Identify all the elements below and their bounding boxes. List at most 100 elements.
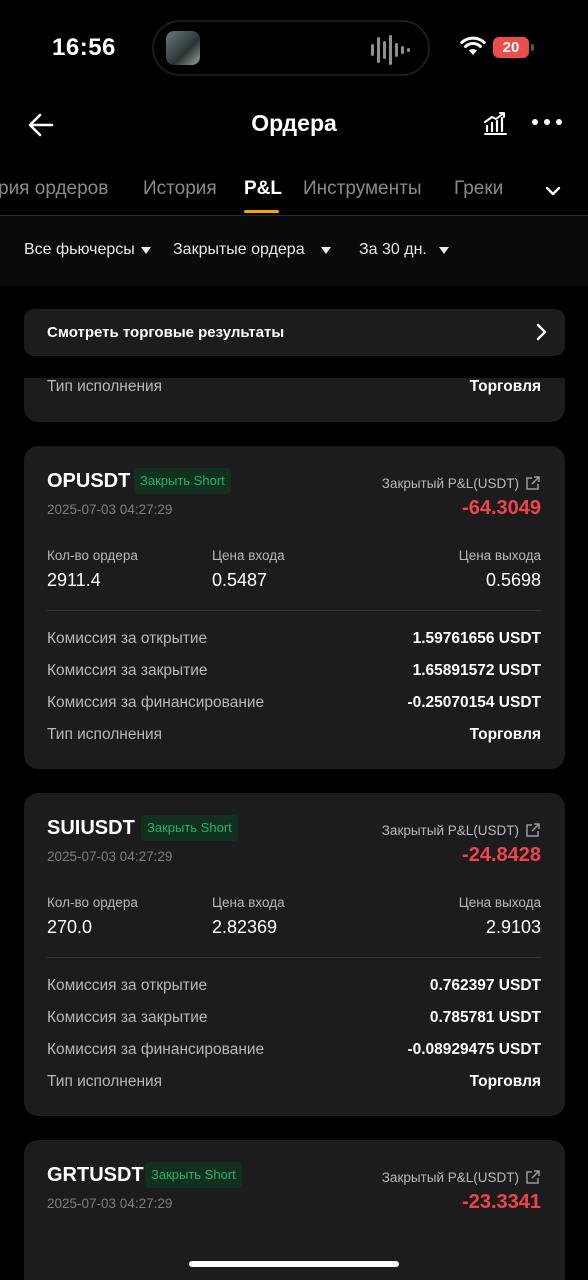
- fee-funding-label: Комиссия за финансирование: [47, 1041, 265, 1058]
- card-symbol: SUIUSDT: [47, 817, 135, 839]
- dynamic-island[interactable]: [152, 20, 430, 76]
- fee-close-value: 0.785781 USDT: [429, 1009, 541, 1026]
- media-thumbnail: [166, 31, 200, 65]
- pnl-card-partial[interactable]: Тип исполнения Торговля: [24, 378, 565, 422]
- closed-pnl-label-row: Закрытый P&L(USDT): [382, 475, 541, 491]
- chevron-down-icon: [545, 186, 561, 196]
- exit-price-label: Цена выхода: [458, 895, 541, 910]
- filter-order-status-label: Закрытые ордера: [173, 241, 305, 258]
- tab-instruments[interactable]: Инструменты: [303, 178, 421, 200]
- closed-pnl-label: Закрытый P&L(USDT): [381, 475, 519, 491]
- filter-futures-label: Все фьючерсы: [24, 241, 135, 258]
- closed-pnl-label: Закрытый P&L(USDT): [381, 1169, 519, 1185]
- closed-pnl-value: -64.3049: [462, 497, 541, 519]
- closed-pnl-label: Закрытый P&L(USDT): [381, 822, 519, 838]
- fee-open-value: 0.762397 USDT: [429, 977, 541, 994]
- view-trading-results-label: Смотреть торговые результаты: [47, 324, 285, 341]
- fee-close-row: Комиссия за закрытие 0.785781 USDT: [47, 1009, 541, 1031]
- closed-pnl-value: -23.3341: [462, 1191, 541, 1213]
- card-date: 2025-07-03 04:27:29: [47, 502, 173, 517]
- filter-futures-dropdown[interactable]: Все фьючерсы: [24, 241, 151, 259]
- card-symbol: OPUSDT: [47, 470, 131, 492]
- card-date: 2025-07-03 04:27:29: [47, 849, 173, 864]
- filter-period-label: За 30 дн.: [359, 241, 427, 258]
- fee-open-row: Комиссия за открытие 0.762397 USDT: [47, 977, 541, 999]
- qty-value: 2911.4: [47, 570, 101, 590]
- exec-type-value: Торговля: [469, 1073, 541, 1090]
- exit-price-value: 2.9103: [485, 917, 541, 937]
- more-options-icon[interactable]: [532, 112, 562, 132]
- share-icon[interactable]: [525, 822, 541, 838]
- chart-icon[interactable]: [482, 110, 508, 136]
- fee-funding-row: Комиссия за финансирование -0.08929475 U…: [47, 1041, 541, 1063]
- fee-open-row: Комиссия за открытие 1.59761656 USDT: [47, 630, 541, 652]
- pnl-card[interactable]: GRTUSDT Закрыть Short 2025-07-03 04:27:2…: [24, 1140, 565, 1280]
- close-short-badge: Закрыть Short: [134, 468, 231, 494]
- fee-close-row: Комиссия за закрытие 1.65891572 USDT: [47, 662, 541, 684]
- fee-funding-row: Комиссия за финансирование -0.25070154 U…: [47, 694, 541, 716]
- entry-price-value: 0.5487: [212, 570, 268, 590]
- battery-icon: 20: [493, 37, 529, 58]
- exec-type-row: Тип исполнения Торговля: [47, 378, 541, 400]
- close-short-badge: Закрыть Short: [141, 815, 238, 841]
- caret-down-icon: [320, 246, 331, 254]
- filter-period-dropdown[interactable]: За 30 дн.: [359, 241, 449, 259]
- exec-type-row: Тип исполнения Торговля: [47, 1073, 541, 1095]
- exec-type-value: Торговля: [469, 378, 541, 395]
- share-icon[interactable]: [525, 1169, 541, 1185]
- tab-greeks[interactable]: Греки: [454, 178, 503, 200]
- tabs-expand-button[interactable]: [536, 178, 570, 204]
- fee-open-label: Комиссия за открытие: [47, 630, 208, 647]
- exec-type-label: Тип исполнения: [47, 378, 163, 395]
- fee-open-value: 1.59761656 USDT: [412, 630, 541, 647]
- pnl-card[interactable]: SUIUSDT Закрыть Short 2025-07-03 04:27:2…: [24, 793, 565, 1116]
- qty-value: 270.0: [47, 917, 93, 937]
- header: Ордера: [0, 96, 588, 152]
- exit-price-value: 0.5698: [485, 570, 541, 590]
- exec-type-row: Тип исполнения Торговля: [47, 726, 541, 748]
- divider: [47, 957, 541, 958]
- exit-price-label: Цена выхода: [458, 548, 541, 563]
- fee-funding-value: -0.08929475 USDT: [407, 1041, 541, 1058]
- filter-bar: Все фьючерсы Закрытые ордера За 30 дн.: [0, 216, 588, 286]
- fee-close-label: Комиссия за закрытие: [47, 662, 208, 679]
- tab-pnl[interactable]: P&L: [244, 178, 282, 200]
- view-trading-results-button[interactable]: Смотреть торговые результаты: [24, 309, 565, 356]
- exec-type-label: Тип исполнения: [47, 726, 163, 743]
- caret-down-icon: [140, 246, 151, 254]
- card-date: 2025-07-03 04:27:29: [47, 1196, 173, 1211]
- entry-price-label: Цена входа: [212, 895, 285, 910]
- closed-pnl-value: -24.8428: [462, 844, 541, 866]
- closed-pnl-label-row: Закрытый P&L(USDT): [382, 1169, 541, 1185]
- tab-order-history[interactable]: рия ордеров: [0, 178, 108, 200]
- share-icon[interactable]: [525, 475, 541, 491]
- caret-down-icon: [438, 246, 449, 254]
- exec-type-label: Тип исполнения: [47, 1073, 163, 1090]
- fee-close-label: Комиссия за закрытие: [47, 1009, 208, 1026]
- audio-waveform-icon: [371, 34, 410, 66]
- entry-price-label: Цена входа: [212, 548, 285, 563]
- tabs-fade: [505, 164, 536, 214]
- battery-tip: [531, 44, 534, 51]
- divider: [47, 610, 541, 611]
- qty-label: Кол-во ордера: [47, 548, 138, 563]
- tab-history[interactable]: История: [143, 178, 217, 200]
- exec-type-value: Торговля: [469, 726, 541, 743]
- close-short-badge: Закрыть Short: [145, 1162, 242, 1188]
- home-indicator[interactable]: [189, 1261, 399, 1267]
- entry-price-value: 2.82369: [212, 917, 278, 937]
- status-bar: 16:56 20: [0, 0, 588, 96]
- pnl-list[interactable]: Смотреть торговые результаты Тип исполне…: [0, 286, 588, 1280]
- wifi-icon: [460, 36, 486, 55]
- closed-pnl-label-row: Закрытый P&L(USDT): [382, 822, 541, 838]
- fee-open-label: Комиссия за открытие: [47, 977, 208, 994]
- fee-funding-value: -0.25070154 USDT: [407, 694, 541, 711]
- qty-label: Кол-во ордера: [47, 895, 138, 910]
- status-time: 16:56: [52, 34, 116, 61]
- filter-order-status-dropdown[interactable]: Закрытые ордера: [173, 241, 331, 259]
- card-symbol: GRTUSDT: [47, 1164, 144, 1186]
- pnl-card[interactable]: OPUSDT Закрыть Short 2025-07-03 04:27:29…: [24, 446, 565, 769]
- fee-close-value: 1.65891572 USDT: [412, 662, 541, 679]
- tab-bar: рия ордеров История P&L Инструменты Грек…: [0, 164, 588, 216]
- chevron-right-icon: [536, 323, 547, 341]
